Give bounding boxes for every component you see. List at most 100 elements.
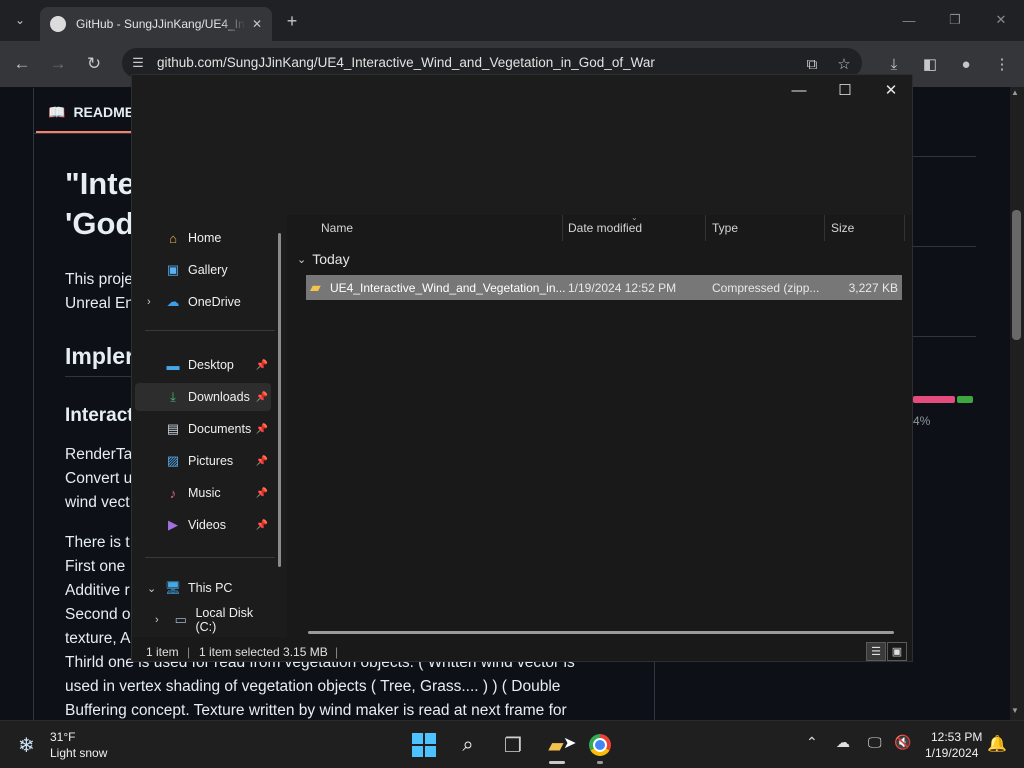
nav-item-home[interactable]: ⌂ Home bbox=[135, 224, 271, 252]
column-header-date-modified[interactable]: Date modified bbox=[568, 221, 642, 235]
nav-item-this-pc[interactable]: ⌄ 🖥 This PC bbox=[135, 574, 271, 602]
scroll-up-arrow-icon[interactable]: ▲ bbox=[1011, 88, 1019, 97]
collapse-chevron-icon[interactable]: ⌄ bbox=[297, 253, 306, 266]
readme-tab-label: README bbox=[73, 104, 135, 120]
nav-item-onedrive[interactable]: › ☁ OneDrive bbox=[135, 288, 271, 316]
nav-item-local-disk[interactable]: › ▭ Local Disk (C:) bbox=[135, 606, 275, 634]
readme-paragraph-line: used in vertex shading of vegetation obj… bbox=[65, 678, 561, 695]
item-count: 1 item bbox=[146, 645, 179, 659]
clock-time[interactable]: 12:53 PM bbox=[931, 730, 982, 744]
column-divider[interactable] bbox=[904, 215, 905, 241]
book-icon: 📖 bbox=[48, 103, 66, 120]
readme-tab[interactable]: 📖 README bbox=[48, 100, 134, 124]
active-app-indicator bbox=[549, 761, 565, 764]
desktop-icon: ▬ bbox=[166, 357, 180, 373]
nav-item-music[interactable]: ♪ Music 📌 bbox=[135, 479, 271, 507]
volume-muted-icon[interactable]: 🔇 bbox=[894, 734, 911, 751]
nav-item-pictures[interactable]: ▨ Pictures 📌 bbox=[135, 447, 271, 475]
nav-item-label: Local Disk (C:) bbox=[195, 606, 254, 634]
notification-bell-icon[interactable]: 🔔 bbox=[987, 734, 1007, 754]
page-scrollbar-thumb[interactable] bbox=[1012, 210, 1021, 340]
readme-paragraph-line: Convert u bbox=[65, 470, 133, 487]
music-icon: ♪ bbox=[169, 485, 177, 501]
file-row[interactable]: ▰ UE4_Interactive_Wind_and_Vegetation_in… bbox=[306, 275, 902, 300]
nav-item-desktop[interactable]: ▬ Desktop 📌 bbox=[135, 351, 271, 379]
tab-title: GitHub - SungJJinKang/UE4_Interactive_Wi… bbox=[76, 17, 246, 31]
column-header-name[interactable]: Name bbox=[321, 221, 353, 235]
reload-icon[interactable]: ↻ bbox=[80, 50, 108, 78]
pin-icon: 📌 bbox=[255, 519, 268, 531]
onedrive-cloud-icon: ☁ bbox=[166, 294, 180, 309]
site-settings-icon[interactable]: ☰ bbox=[128, 53, 148, 73]
pin-icon: 📌 bbox=[255, 423, 268, 435]
explorer-maximize-icon[interactable]: ☐ bbox=[822, 77, 868, 103]
chrome-taskbar-icon[interactable] bbox=[584, 729, 616, 761]
pin-icon: 📌 bbox=[255, 391, 268, 403]
readme-paragraph-line: This proje bbox=[65, 271, 134, 288]
file-date-modified: 1/19/2024 12:52 PM bbox=[568, 281, 677, 295]
group-header-today[interactable]: ⌄ Today bbox=[297, 251, 350, 267]
readme-paragraph-line: texture, A bbox=[65, 630, 131, 647]
details-view-icon[interactable]: ☰ bbox=[866, 642, 886, 661]
pin-icon: 📌 bbox=[255, 487, 268, 499]
browser-tab[interactable]: GitHub - SungJJinKang/UE4_Interactive_Wi… bbox=[40, 7, 272, 41]
tiles-view-icon[interactable]: ▣ bbox=[887, 642, 907, 661]
readme-title-line2: 'God bbox=[65, 206, 135, 241]
nav-item-label: Music bbox=[188, 486, 221, 500]
profile-avatar-icon[interactable]: ● bbox=[952, 50, 980, 78]
navigation-pane-scrollbar[interactable] bbox=[278, 233, 281, 567]
mouse-cursor-icon: ➤ bbox=[563, 735, 577, 752]
nav-item-label: Home bbox=[188, 231, 222, 245]
weather-temperature[interactable]: 31°F bbox=[50, 730, 75, 744]
task-view-icon[interactable]: ❐ bbox=[497, 729, 529, 761]
weather-snow-icon[interactable]: ❄ bbox=[18, 733, 35, 758]
column-header-size[interactable]: Size bbox=[831, 221, 854, 235]
nav-divider bbox=[145, 330, 275, 331]
column-divider[interactable] bbox=[824, 215, 825, 241]
clock-date[interactable]: 1/19/2024 bbox=[925, 746, 978, 760]
status-separator: | bbox=[335, 645, 339, 659]
readme-paragraph-line: There is t bbox=[65, 534, 130, 551]
side-panel-icon[interactable]: ◧ bbox=[916, 50, 944, 78]
back-arrow-icon[interactable]: ← bbox=[8, 50, 36, 78]
nav-item-label: Pictures bbox=[188, 454, 234, 468]
page-scrollbar[interactable] bbox=[1010, 87, 1024, 720]
sidebar-divider bbox=[913, 156, 976, 157]
nav-item-gallery[interactable]: ▣ Gallery bbox=[135, 256, 271, 284]
nav-item-downloads[interactable]: ⤓ Downloads 📌 bbox=[135, 383, 271, 411]
readme-paragraph-line: First one bbox=[65, 558, 126, 575]
sidebar-divider bbox=[913, 336, 976, 337]
scroll-down-arrow-icon[interactable]: ▼ bbox=[1011, 706, 1019, 715]
expand-chevron-icon[interactable]: › bbox=[147, 296, 151, 308]
forward-arrow-icon[interactable]: → bbox=[44, 50, 72, 78]
minimize-window-icon[interactable]: — bbox=[886, 6, 932, 34]
column-divider[interactable] bbox=[562, 215, 563, 241]
file-explorer-window: — ☐ ✕ ⌂ Home ▣ Gallery › ☁ OneDrive ▬ De… bbox=[131, 74, 913, 662]
file-name: UE4_Interactive_Wind_and_Vegetation_in..… bbox=[330, 281, 566, 295]
url-text[interactable]: github.com/SungJJinKang/UE4_Interactive_… bbox=[157, 55, 655, 70]
new-tab-button[interactable]: + bbox=[280, 9, 304, 33]
tab-search-chevron-icon[interactable]: ⌄ bbox=[8, 8, 32, 32]
nav-item-documents[interactable]: ▤ Documents 📌 bbox=[135, 415, 271, 443]
onedrive-status-icon[interactable]: ☁ bbox=[836, 734, 850, 751]
readme-title-line1: "Inte bbox=[65, 166, 135, 201]
tab-close-icon[interactable]: ✕ bbox=[252, 17, 262, 31]
collapse-chevron-icon[interactable]: ⌄ bbox=[147, 582, 156, 595]
horizontal-scrollbar[interactable] bbox=[308, 631, 894, 634]
close-window-icon[interactable]: ✕ bbox=[978, 6, 1024, 34]
column-divider[interactable] bbox=[705, 215, 706, 241]
network-icon[interactable]: 🖵 bbox=[868, 734, 882, 751]
start-button[interactable] bbox=[408, 729, 440, 761]
readme-heading-implementation: Impler bbox=[65, 343, 135, 369]
readme-paragraph-line: Unreal En bbox=[65, 295, 134, 312]
restore-window-icon[interactable]: ❐ bbox=[932, 6, 978, 34]
search-icon[interactable]: ⌕ bbox=[452, 729, 484, 761]
nav-item-videos[interactable]: ▶ Videos 📌 bbox=[135, 511, 271, 539]
menu-kebab-icon[interactable]: ⋮ bbox=[988, 50, 1016, 78]
explorer-close-icon[interactable]: ✕ bbox=[868, 77, 912, 103]
column-header-type[interactable]: Type bbox=[712, 221, 738, 235]
expand-chevron-icon[interactable]: › bbox=[155, 614, 159, 626]
explorer-minimize-icon[interactable]: — bbox=[776, 77, 822, 103]
show-hidden-icons-chevron-icon[interactable]: ⌃ bbox=[806, 734, 818, 751]
weather-description[interactable]: Light snow bbox=[50, 746, 107, 760]
